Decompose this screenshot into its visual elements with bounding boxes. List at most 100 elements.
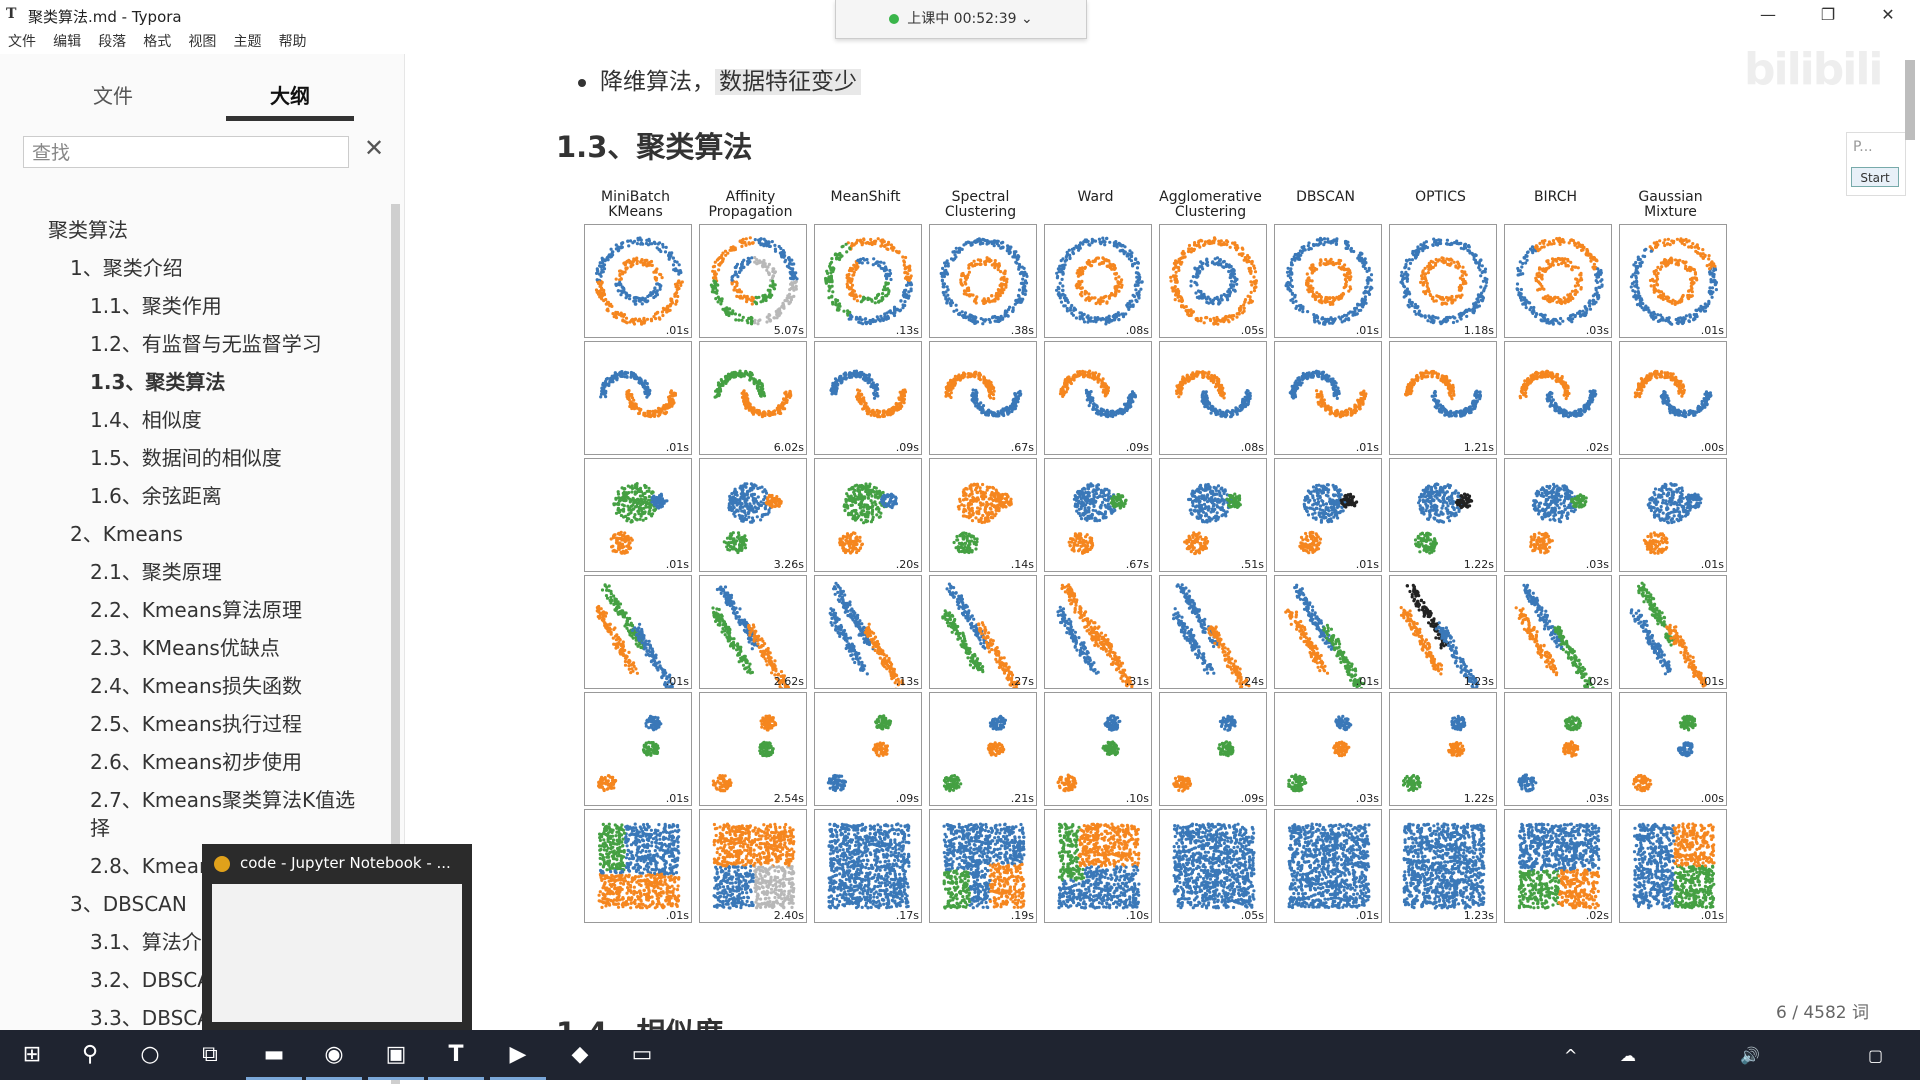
chevron-down-icon[interactable]: ⌄ [1017, 11, 1033, 27]
outline-item[interactable]: 2.5、Kmeans执行过程 [90, 708, 302, 737]
scatter-plot [1045, 693, 1152, 806]
task-view-icon[interactable]: ⧉ [182, 1030, 238, 1080]
cluster-plot-cell: .08s [1044, 224, 1152, 338]
outline-item[interactable]: 2.3、KMeans优缺点 [90, 632, 280, 661]
close-window-button[interactable]: ✕ [1868, 3, 1908, 27]
menu-help[interactable]: 帮助 [279, 30, 307, 54]
scatter-plot [1275, 693, 1382, 806]
cluster-plot-cell: .01s [1274, 809, 1382, 923]
bilibili-watermark: bilibili [1744, 44, 1881, 95]
runtime-label: .01s [666, 675, 689, 688]
volume-icon[interactable]: 🔊 [1740, 1046, 1760, 1065]
outline-item[interactable]: 2.4、Kmeans损失函数 [90, 670, 302, 699]
notification-icon[interactable]: ▢ [1868, 1046, 1883, 1065]
tab-file[interactable]: 文件 [38, 80, 188, 109]
scatter-plot [1505, 693, 1612, 806]
outline-search-input[interactable]: 查找 [23, 136, 349, 168]
cluster-plot-cell: 1.23s [1389, 809, 1497, 923]
typora-taskbar-icon[interactable]: T [428, 1030, 484, 1080]
runtime-label: .01s [666, 909, 689, 922]
side-panel-input[interactable]: P... [1853, 139, 1873, 155]
outline-item[interactable]: 2.8、Kmean [90, 850, 212, 879]
outline-item[interactable]: 2.1、聚类原理 [90, 556, 222, 585]
outline-item[interactable]: 3、DBSCAN [70, 888, 187, 917]
outline-item[interactable]: 1.2、有监督与无监督学习 [90, 328, 322, 357]
cluster-plot-cell: .01s [1619, 458, 1727, 572]
cluster-plot-cell: .21s [929, 692, 1037, 806]
outline-item[interactable]: 1.5、数据间的相似度 [90, 442, 282, 471]
menu-theme[interactable]: 主题 [233, 30, 261, 54]
runtime-label: .00s [1701, 792, 1724, 805]
scatter-plot [585, 693, 692, 806]
runtime-label: .10s [1126, 792, 1149, 805]
outline-item[interactable]: 1.3、聚类算法 [90, 366, 225, 395]
outline-item[interactable]: 2.6、Kmeans初步使用 [90, 746, 302, 775]
terminal-icon[interactable]: ▭ [614, 1030, 670, 1080]
menu-paragraph[interactable]: 段落 [98, 30, 126, 54]
menu-file[interactable]: 文件 [8, 30, 36, 54]
runtime-label: 1.18s [1464, 324, 1494, 337]
cluster-plot-cell: .01s [584, 575, 692, 689]
minimize-button[interactable]: — [1748, 3, 1788, 27]
cluster-plot-cell: .02s [1504, 341, 1612, 455]
scatter-plot [1505, 459, 1612, 572]
windows-start-icon[interactable]: ⊞ [4, 1030, 60, 1080]
outline-item[interactable]: 2.7、Kmeans聚类算法K值选 [90, 784, 355, 813]
preview-title: code - Jupyter Notebook - ... [240, 854, 451, 872]
class-timer-label: 上课中 00:52:39 [907, 11, 1016, 27]
cluster-plot-cell: .51s [1159, 458, 1267, 572]
runtime-label: .51s [1241, 558, 1264, 571]
outline-item[interactable]: 2、Kmeans [70, 518, 183, 547]
cortana-icon[interactable]: ○ [122, 1030, 178, 1080]
cluster-plot-cell: .67s [1044, 458, 1152, 572]
runtime-label: 2.54s [774, 792, 804, 805]
media-player-icon[interactable]: ◆ [552, 1030, 608, 1080]
scatter-plot [1275, 225, 1382, 338]
menu-format[interactable]: 格式 [143, 30, 171, 54]
search-icon[interactable]: ⚲ [62, 1030, 118, 1080]
powerpoint-icon[interactable]: ▶ [490, 1030, 546, 1080]
cluster-plot-cell: .08s [1159, 341, 1267, 455]
scatter-plot [1390, 693, 1497, 806]
outline-item[interactable]: 1、聚类介绍 [70, 252, 183, 281]
outline-item[interactable]: 3.1、算法介 [90, 926, 202, 955]
cluster-plot-cell: .20s [814, 458, 922, 572]
scatter-plot [1620, 693, 1727, 806]
runtime-label: 3.26s [774, 558, 804, 571]
column-header: BIRCH [1498, 190, 1613, 205]
outline-item[interactable]: 聚类算法 [48, 214, 128, 243]
start-button[interactable]: Start [1851, 167, 1899, 187]
menu-edit[interactable]: 编辑 [53, 30, 81, 54]
onedrive-icon[interactable]: ☁ [1620, 1046, 1636, 1065]
outline-item[interactable]: 1.6、余弦距离 [90, 480, 222, 509]
word-count[interactable]: 6 / 4582 词 [1776, 998, 1869, 1023]
outline-item[interactable]: 1.4、相似度 [90, 404, 202, 433]
outline-item[interactable]: 择 [90, 812, 110, 841]
runtime-label: .24s [1241, 675, 1264, 688]
tab-outline[interactable]: 大纲 [215, 80, 365, 109]
menu-view[interactable]: 视图 [188, 30, 216, 54]
outline-item[interactable]: 3.2、DBSCA [90, 964, 211, 993]
runtime-label: .05s [1241, 324, 1264, 337]
scatter-plot [930, 225, 1037, 338]
cluster-plot-cell: .09s [814, 692, 922, 806]
runtime-label: .01s [666, 324, 689, 337]
tray-expand-icon[interactable]: ^ [1564, 1046, 1577, 1065]
file-explorer-icon[interactable]: ▬ [246, 1030, 302, 1080]
runtime-label: .10s [1126, 909, 1149, 922]
photos-icon[interactable]: ▣ [368, 1030, 424, 1080]
outline-item[interactable]: 1.1、聚类作用 [90, 290, 222, 319]
content-scrollbar[interactable] [1905, 60, 1915, 140]
taskbar-preview-popup[interactable]: code - Jupyter Notebook - ... [202, 844, 472, 1030]
runtime-label: .01s [1701, 909, 1724, 922]
close-icon[interactable]: ✕ [364, 134, 384, 162]
scatter-plot [815, 810, 922, 923]
restore-button[interactable]: ❐ [1808, 3, 1848, 27]
outline-item[interactable]: 2.2、Kmeans算法原理 [90, 594, 302, 623]
outline-item[interactable]: 3.3、DBSCA [90, 1002, 211, 1031]
class-timer[interactable]: 上课中 00:52:39 ⌄ [835, 0, 1087, 39]
scatter-plot [815, 693, 922, 806]
scatter-plot [700, 225, 807, 338]
chrome-taskbar-icon[interactable]: ◉ [306, 1030, 362, 1080]
scatter-plot [1390, 810, 1497, 923]
